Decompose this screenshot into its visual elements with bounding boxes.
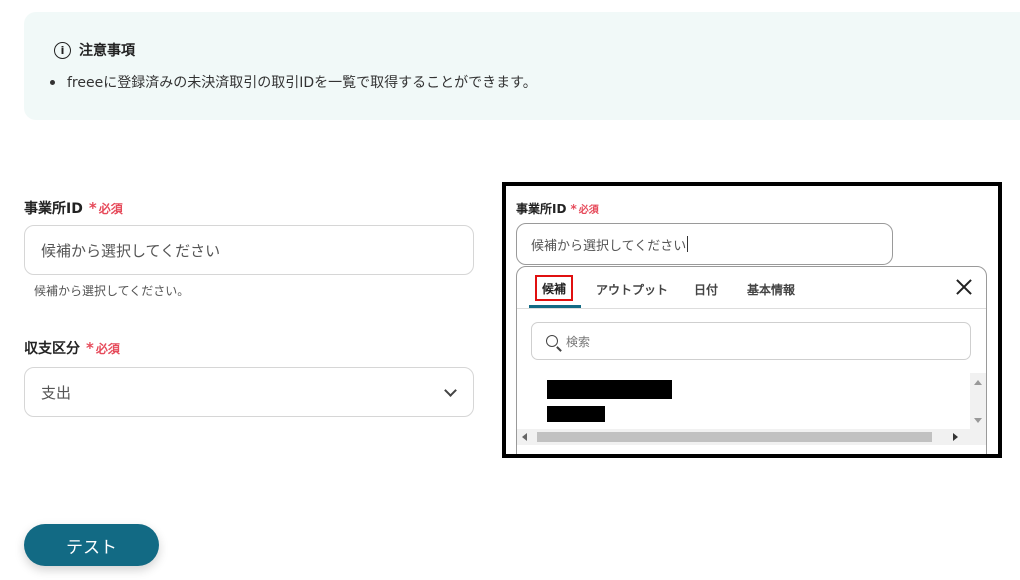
tab-basic-info[interactable]: 基本情報: [747, 281, 795, 298]
notice-title-text: 注意事項: [79, 43, 135, 59]
active-tab-indicator: [529, 305, 581, 308]
required-mark: *: [88, 199, 97, 217]
tab-candidates[interactable]: 候補: [535, 275, 573, 301]
required-mark: *: [570, 201, 577, 216]
redacted-item[interactable]: [547, 406, 605, 422]
redacted-item[interactable]: [547, 380, 672, 399]
income-type-label: 収支区分 * 必須: [24, 338, 120, 358]
required-text: 必須: [95, 341, 120, 356]
zoomed-dropdown-screenshot: 事業所ID * 必須 候補から選択してください 候補 アウトプット 日付 基本情…: [502, 182, 1002, 458]
notice-item: freeeに登録済みの未決済取引の取引IDを一覧で取得することができます。: [50, 72, 537, 92]
office-id-placeholder: 候補から選択してください: [41, 241, 221, 260]
chevron-down-icon: [444, 384, 457, 397]
scrollbar-thumb[interactable]: [537, 432, 932, 442]
income-type-select[interactable]: 支出: [24, 367, 474, 417]
search-placeholder: 検索: [566, 334, 591, 349]
test-button[interactable]: テスト: [24, 524, 159, 566]
text-caret: [687, 236, 689, 252]
close-icon[interactable]: [954, 277, 974, 297]
suggestion-panel: 候補 アウトプット 日付 基本情報 検索: [516, 266, 987, 454]
office-id-label: 事業所ID * 必須: [24, 198, 123, 218]
suggestion-tabs: 候補 アウトプット 日付 基本情報: [517, 267, 986, 309]
required-text: 必須: [578, 205, 599, 216]
horizontal-scrollbar[interactable]: [517, 429, 986, 445]
scroll-left-icon[interactable]: [522, 433, 527, 441]
tab-output[interactable]: アウトプット: [596, 281, 668, 298]
search-icon: [546, 335, 558, 347]
inset-input-value: 候補から選択してください: [531, 238, 687, 254]
notice-item-text: freeeに登録済みの未決済取引の取引IDを一覧で取得することができます。: [67, 75, 537, 91]
scroll-right-icon[interactable]: [953, 433, 958, 441]
office-id-input[interactable]: 候補から選択してください: [24, 225, 474, 275]
inset-label-text: 事業所ID: [516, 202, 567, 216]
income-type-value: 支出: [41, 383, 72, 402]
inset-office-id-label: 事業所ID * 必須: [516, 200, 599, 217]
bullet-icon: [50, 79, 55, 85]
office-id-hint: 候補から選択してください。: [34, 284, 190, 298]
scroll-up-icon[interactable]: [974, 380, 982, 385]
required-mark: *: [86, 339, 94, 357]
required-text: 必須: [98, 201, 123, 216]
scroll-down-icon[interactable]: [974, 418, 982, 423]
vertical-scrollbar[interactable]: [970, 373, 986, 429]
search-input[interactable]: 検索: [531, 322, 971, 360]
info-icon: i: [54, 41, 71, 59]
notice-title: i 注意事項: [54, 40, 135, 60]
income-type-label-text: 収支区分: [24, 341, 80, 357]
inset-office-id-input[interactable]: 候補から選択してください: [516, 223, 893, 265]
notice-panel: i 注意事項 freeeに登録済みの未決済取引の取引IDを一覧で取得することがで…: [24, 12, 1020, 120]
office-id-label-text: 事業所ID: [24, 201, 83, 217]
tab-date[interactable]: 日付: [694, 281, 718, 298]
